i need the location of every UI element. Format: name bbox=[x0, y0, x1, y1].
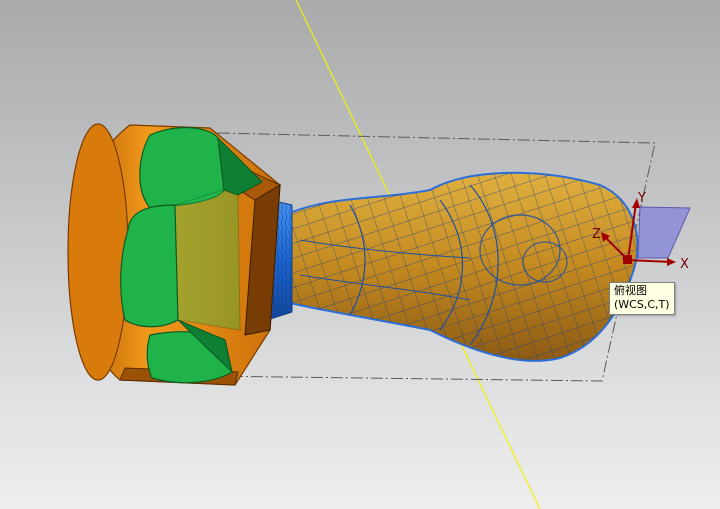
triad-y-label: Y bbox=[637, 191, 646, 206]
tooltip-view-name: 俯视图 bbox=[614, 284, 647, 297]
grip-body[interactable] bbox=[284, 171, 639, 362]
triad-z-label: Z bbox=[592, 227, 601, 242]
datum-plane-icon[interactable] bbox=[637, 206, 691, 259]
tooltip-view-detail: (WCS,C,T) bbox=[614, 298, 670, 311]
view-orientation-tooltip: 俯视图 (WCS,C,T) bbox=[609, 282, 675, 315]
triad-x-label: X bbox=[680, 257, 689, 272]
model-scene[interactable]: X Y Z bbox=[0, 0, 720, 509]
graphics-viewport[interactable]: X Y Z 俯视图 (WCS,C,T) bbox=[0, 0, 720, 509]
